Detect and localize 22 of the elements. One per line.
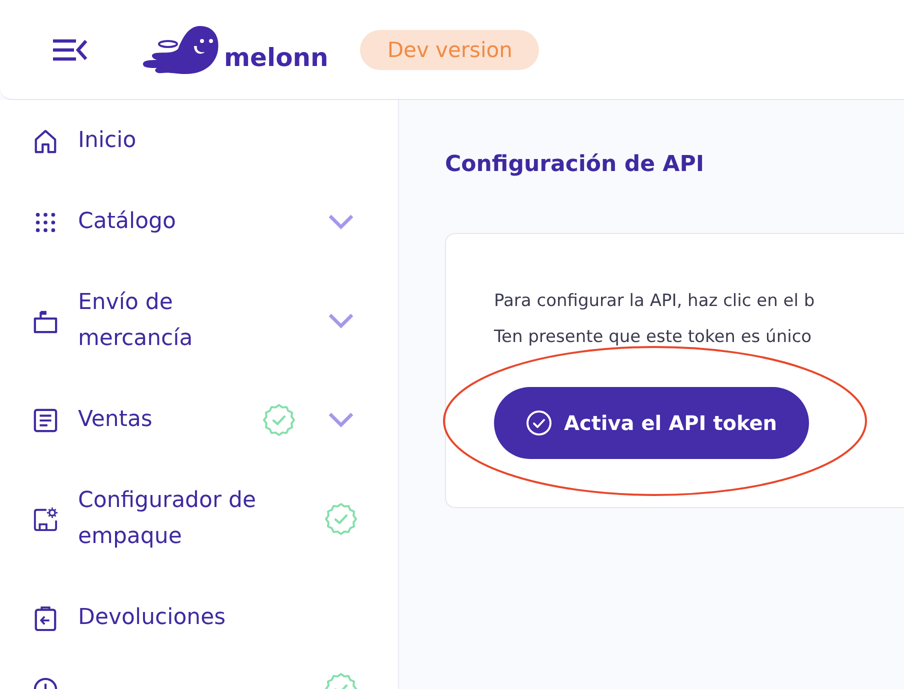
nav-item[interactable]: Envío de mercancía (33, 285, 288, 357)
mailbox-icon (33, 308, 58, 334)
menu-collapse-icon[interactable] (52, 38, 88, 62)
nav-item[interactable]: Inicio (33, 123, 136, 159)
chevron-icon[interactable] (328, 313, 354, 329)
instruction-text: Para configurar la API, haz clic en el b (494, 290, 816, 313)
activate-token-button[interactable]: Activa el API token (494, 387, 810, 459)
instruction-text: Ten presente que este token es único (494, 326, 813, 349)
nav-item[interactable]: Ventas (33, 402, 152, 438)
nav-item[interactable]: Catálogo (33, 204, 176, 240)
clipboard-arrow-icon (33, 606, 58, 630)
nav-item[interactable]: Configurador de empaque (33, 483, 288, 555)
check-circle-icon (526, 410, 552, 436)
box-gear-icon (33, 506, 58, 532)
nav-item[interactable]: Devoluciones (33, 600, 226, 636)
chevron-icon[interactable] (328, 214, 354, 230)
chevron-icon[interactable] (328, 412, 354, 428)
logo-text: melonn (224, 44, 328, 72)
home-icon (33, 128, 58, 154)
version-badge: Dev version (360, 30, 540, 70)
page-title: Configuración de API (445, 151, 706, 179)
document-icon (33, 408, 58, 432)
